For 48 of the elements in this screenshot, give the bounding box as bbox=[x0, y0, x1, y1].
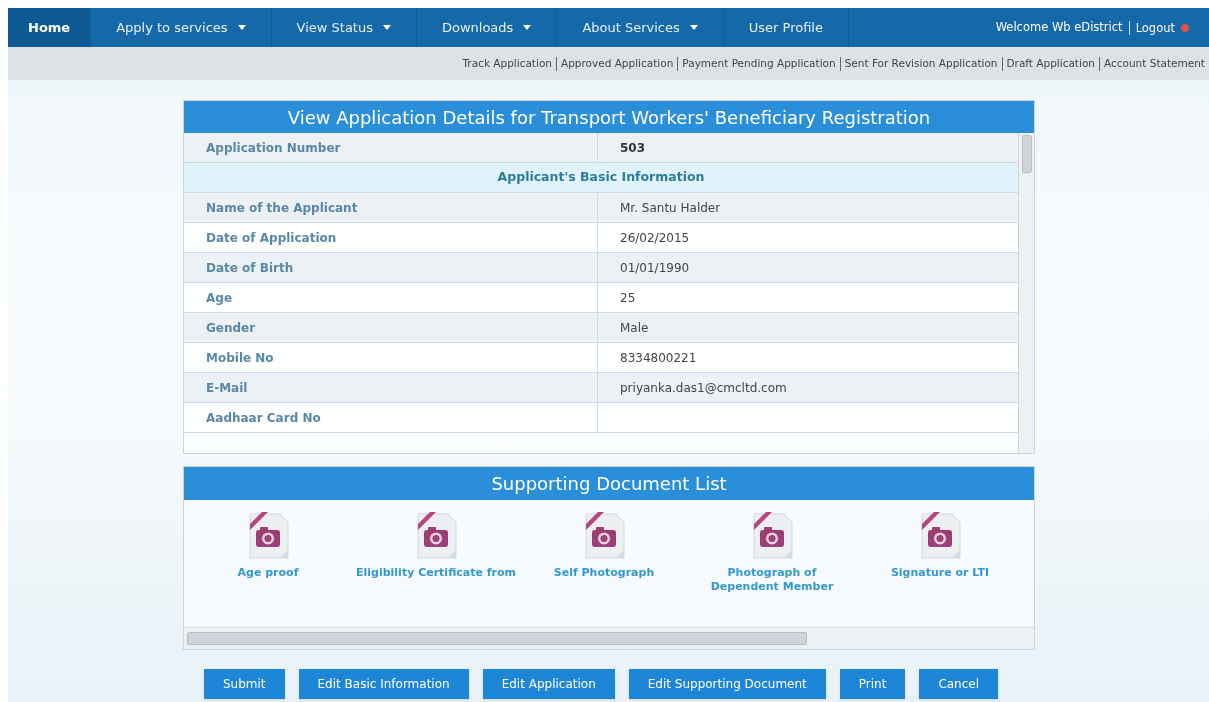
image-file-icon[interactable] bbox=[750, 512, 794, 560]
nav-link[interactable]: Payment Pending Application bbox=[682, 55, 836, 72]
field-label: Date of Birth bbox=[206, 259, 294, 277]
horizontal-scrollbar[interactable] bbox=[187, 632, 807, 645]
field-label: Name of the Applicant bbox=[206, 199, 358, 217]
field-value: 503 bbox=[620, 139, 646, 157]
field-value: 26/02/2015 bbox=[620, 229, 690, 247]
nav-link[interactable]: Account Statement bbox=[1104, 55, 1205, 72]
field-value: priyanka.das1@cmcltd.com bbox=[620, 379, 787, 397]
field-value: Male bbox=[620, 319, 649, 337]
action-button[interactable]: Edit Basic Information bbox=[298, 669, 469, 699]
panel-title: View Application Details for Transport Workers' Beneficiary Registration bbox=[184, 101, 1034, 133]
scrollbar[interactable] bbox=[1018, 133, 1034, 453]
nav-link[interactable]: Sent For Revision Application bbox=[844, 55, 998, 72]
nav-link[interactable]: Track Application bbox=[462, 55, 552, 72]
logout-link[interactable]: Logout bbox=[1128, 20, 1175, 35]
image-file-icon[interactable] bbox=[582, 512, 626, 560]
document-link[interactable]: Signature or LTI bbox=[860, 566, 1020, 580]
section-heading: Applicant's Basic Information bbox=[184, 163, 1018, 193]
field-value: 01/01/1990 bbox=[620, 259, 690, 277]
document-link[interactable]: Photograph of Dependent Member bbox=[692, 566, 852, 594]
field-value: Mr. Santu Halder bbox=[620, 199, 721, 217]
welcome-text: Welcome Wb eDistrict bbox=[995, 18, 1123, 36]
field-value: 25 bbox=[620, 289, 636, 307]
document-link[interactable]: Self Photograph bbox=[524, 566, 684, 580]
panel-title: Supporting Document List bbox=[184, 467, 1034, 500]
document-link[interactable]: Age proof bbox=[188, 566, 348, 580]
power-icon bbox=[1181, 23, 1189, 32]
field-label: Age bbox=[206, 289, 232, 307]
field-label: Mobile No bbox=[206, 349, 274, 367]
field-value: 8334800221 bbox=[620, 349, 697, 367]
action-button[interactable]: Edit Supporting Document bbox=[628, 669, 826, 699]
action-button[interactable]: Print bbox=[839, 669, 906, 699]
action-button[interactable]: Edit Application bbox=[482, 669, 615, 699]
action-button[interactable]: Cancel bbox=[919, 669, 999, 699]
nav-link[interactable]: Approved Application bbox=[560, 55, 674, 72]
field-label: Date of Application bbox=[206, 229, 337, 247]
action-button[interactable]: Submit bbox=[203, 669, 285, 699]
image-file-icon[interactable] bbox=[246, 512, 290, 560]
image-file-icon[interactable] bbox=[414, 512, 458, 560]
nav-link[interactable]: Draft Application bbox=[1006, 55, 1095, 72]
nav-tab[interactable]: Home bbox=[8, 8, 92, 47]
document-link[interactable]: Eligibility Certificate from bbox=[356, 566, 516, 580]
field-label: Gender bbox=[206, 319, 256, 337]
image-file-icon[interactable] bbox=[918, 512, 962, 560]
field-label: Aadhaar Card No bbox=[206, 409, 321, 427]
field-label: Application Number bbox=[206, 139, 341, 157]
field-label: E-Mail bbox=[206, 379, 248, 397]
